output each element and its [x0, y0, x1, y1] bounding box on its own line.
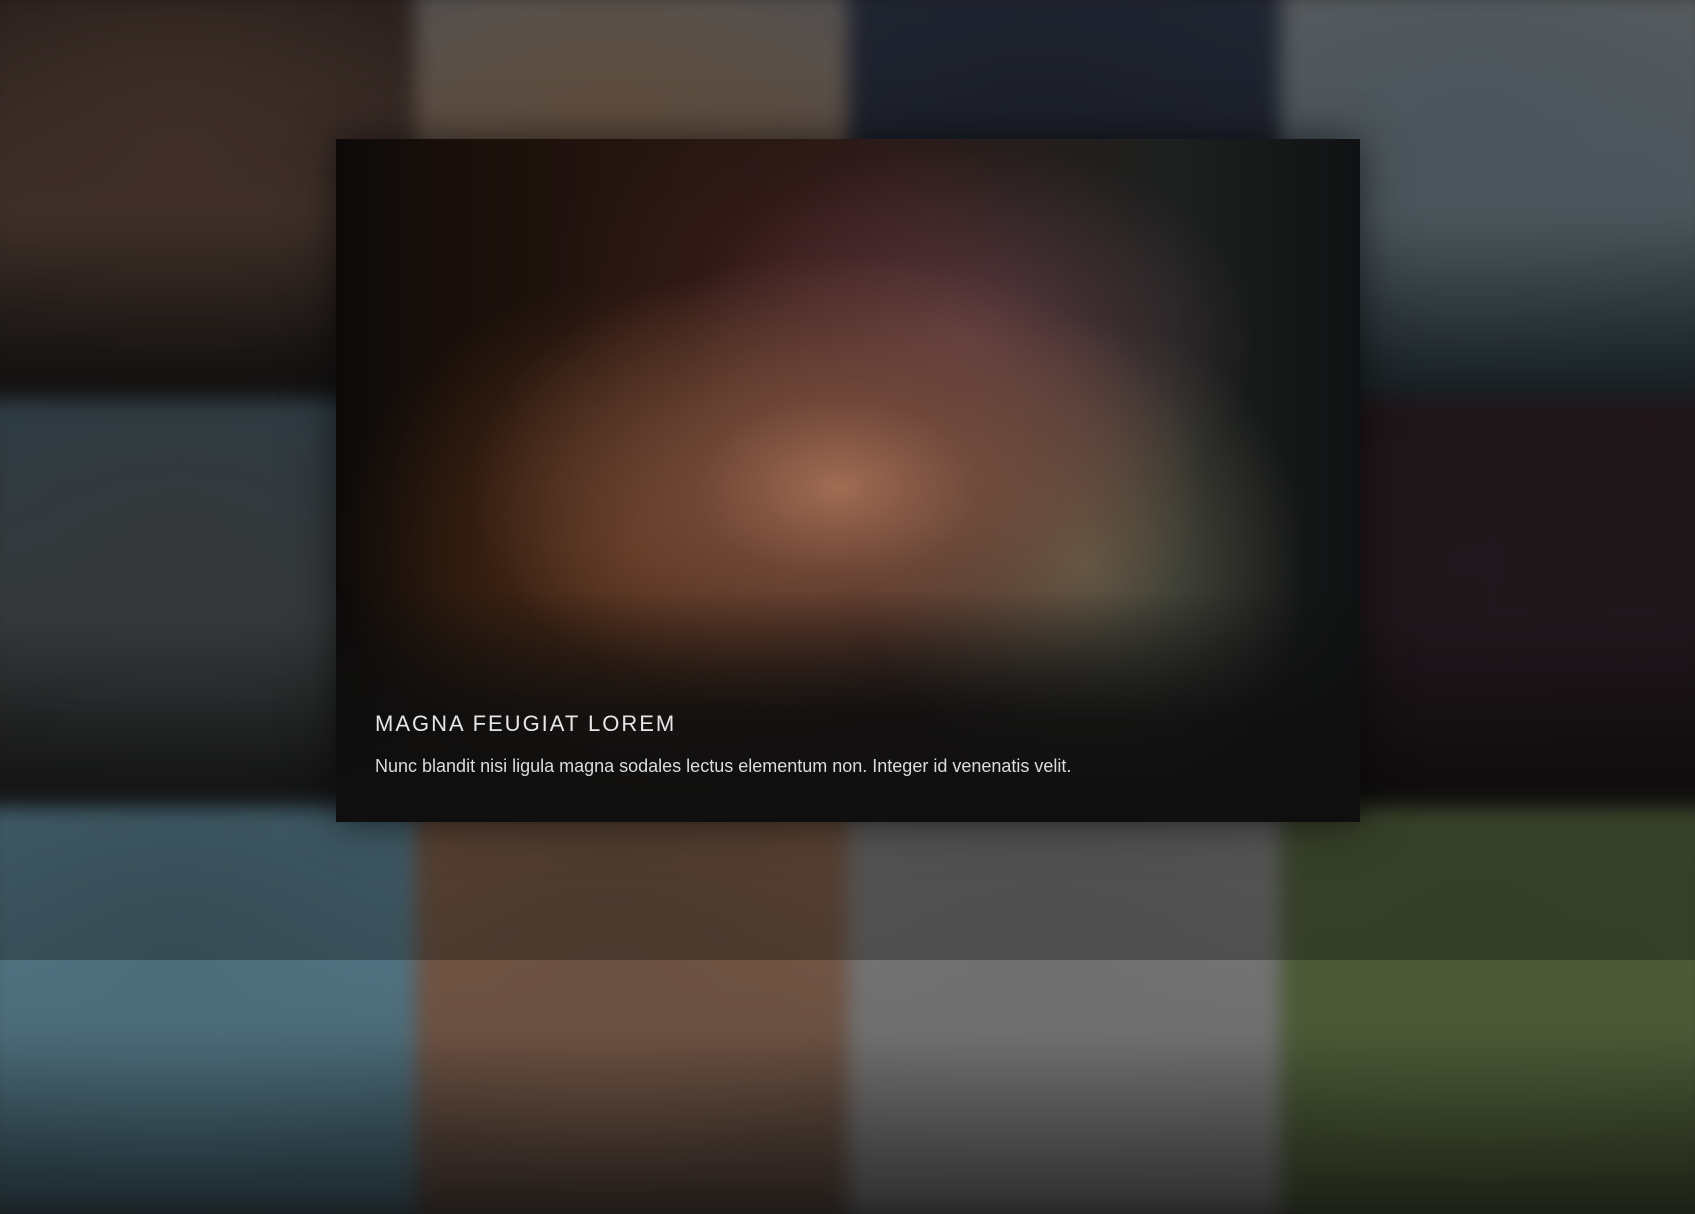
lightbox-description: Nunc blandit nisi ligula magna sodales l…	[375, 755, 1072, 776]
lightbox-modal[interactable]: MAGNA FEUGIAT LOREM Nunc blandit nisi li…	[336, 139, 1360, 822]
lightbox-title: MAGNA FEUGIAT LOREM	[375, 710, 677, 736]
lightbox-caption: MAGNA FEUGIAT LOREM Nunc blandit nisi li…	[375, 711, 1321, 778]
